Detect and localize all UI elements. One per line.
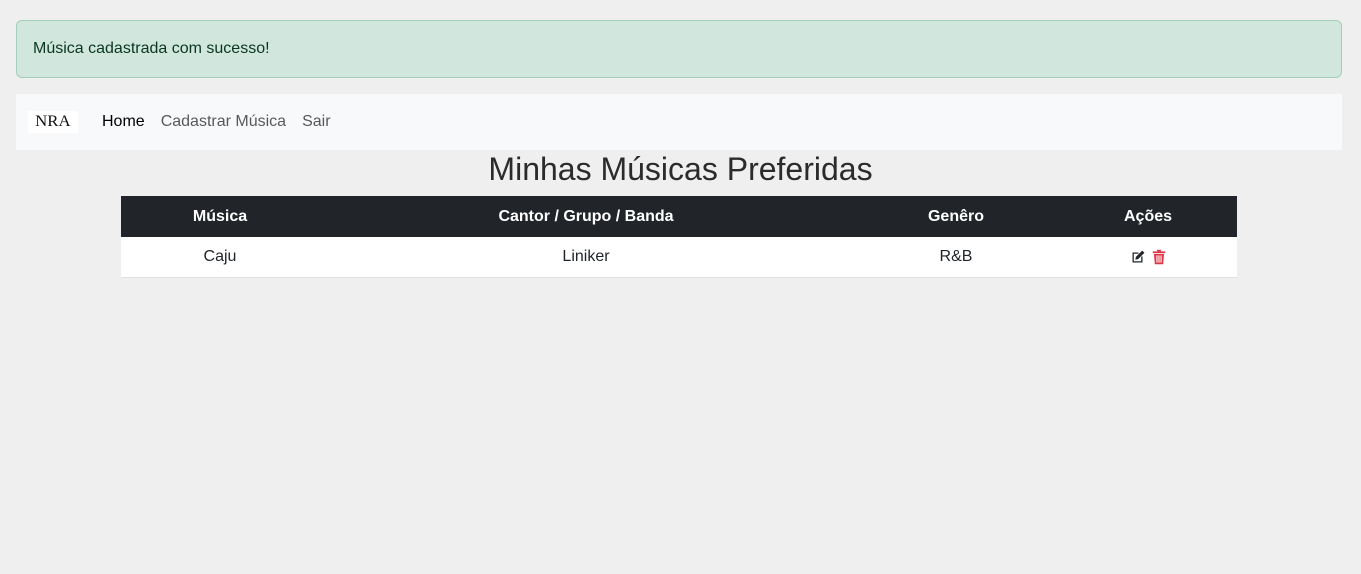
songs-table: Música Cantor / Grupo / Banda Genêro Açõ… [121, 196, 1237, 278]
alert-message: Música cadastrada com sucesso! [33, 40, 270, 57]
navbar: NRA Home Cadastrar Música Sair [16, 94, 1342, 150]
cell-cantor: Liniker [319, 237, 853, 278]
success-alert: Música cadastrada com sucesso! [16, 20, 1342, 78]
row-actions [1130, 249, 1167, 265]
edit-icon [1132, 250, 1144, 263]
brand-text: NRA [35, 113, 71, 130]
page-title: Minhas Músicas Preferidas [488, 151, 873, 187]
nav-menu: Home Cadastrar Música Sair [102, 94, 339, 150]
cell-acoes [1059, 237, 1237, 278]
nav-item-sair[interactable]: Sair [294, 113, 338, 130]
column-header-genero: Genêro [853, 196, 1059, 237]
column-header-musica: Música [121, 196, 319, 237]
edit-button[interactable] [1130, 249, 1146, 265]
cell-musica: Caju [121, 237, 319, 278]
column-header-acoes: Ações [1059, 196, 1237, 237]
trash-icon [1152, 249, 1165, 264]
cell-genero: R&B [853, 237, 1059, 278]
table-header-row: Música Cantor / Grupo / Banda Genêro Açõ… [121, 196, 1237, 237]
column-header-cantor: Cantor / Grupo / Banda [319, 196, 853, 237]
brand-logo[interactable]: NRA [28, 111, 78, 133]
nav-item-cadastrar-musica[interactable]: Cadastrar Música [153, 113, 294, 130]
delete-button[interactable] [1151, 249, 1167, 265]
nav-item-home[interactable]: Home [102, 113, 153, 130]
table-row: Caju Liniker R&B [121, 237, 1237, 278]
